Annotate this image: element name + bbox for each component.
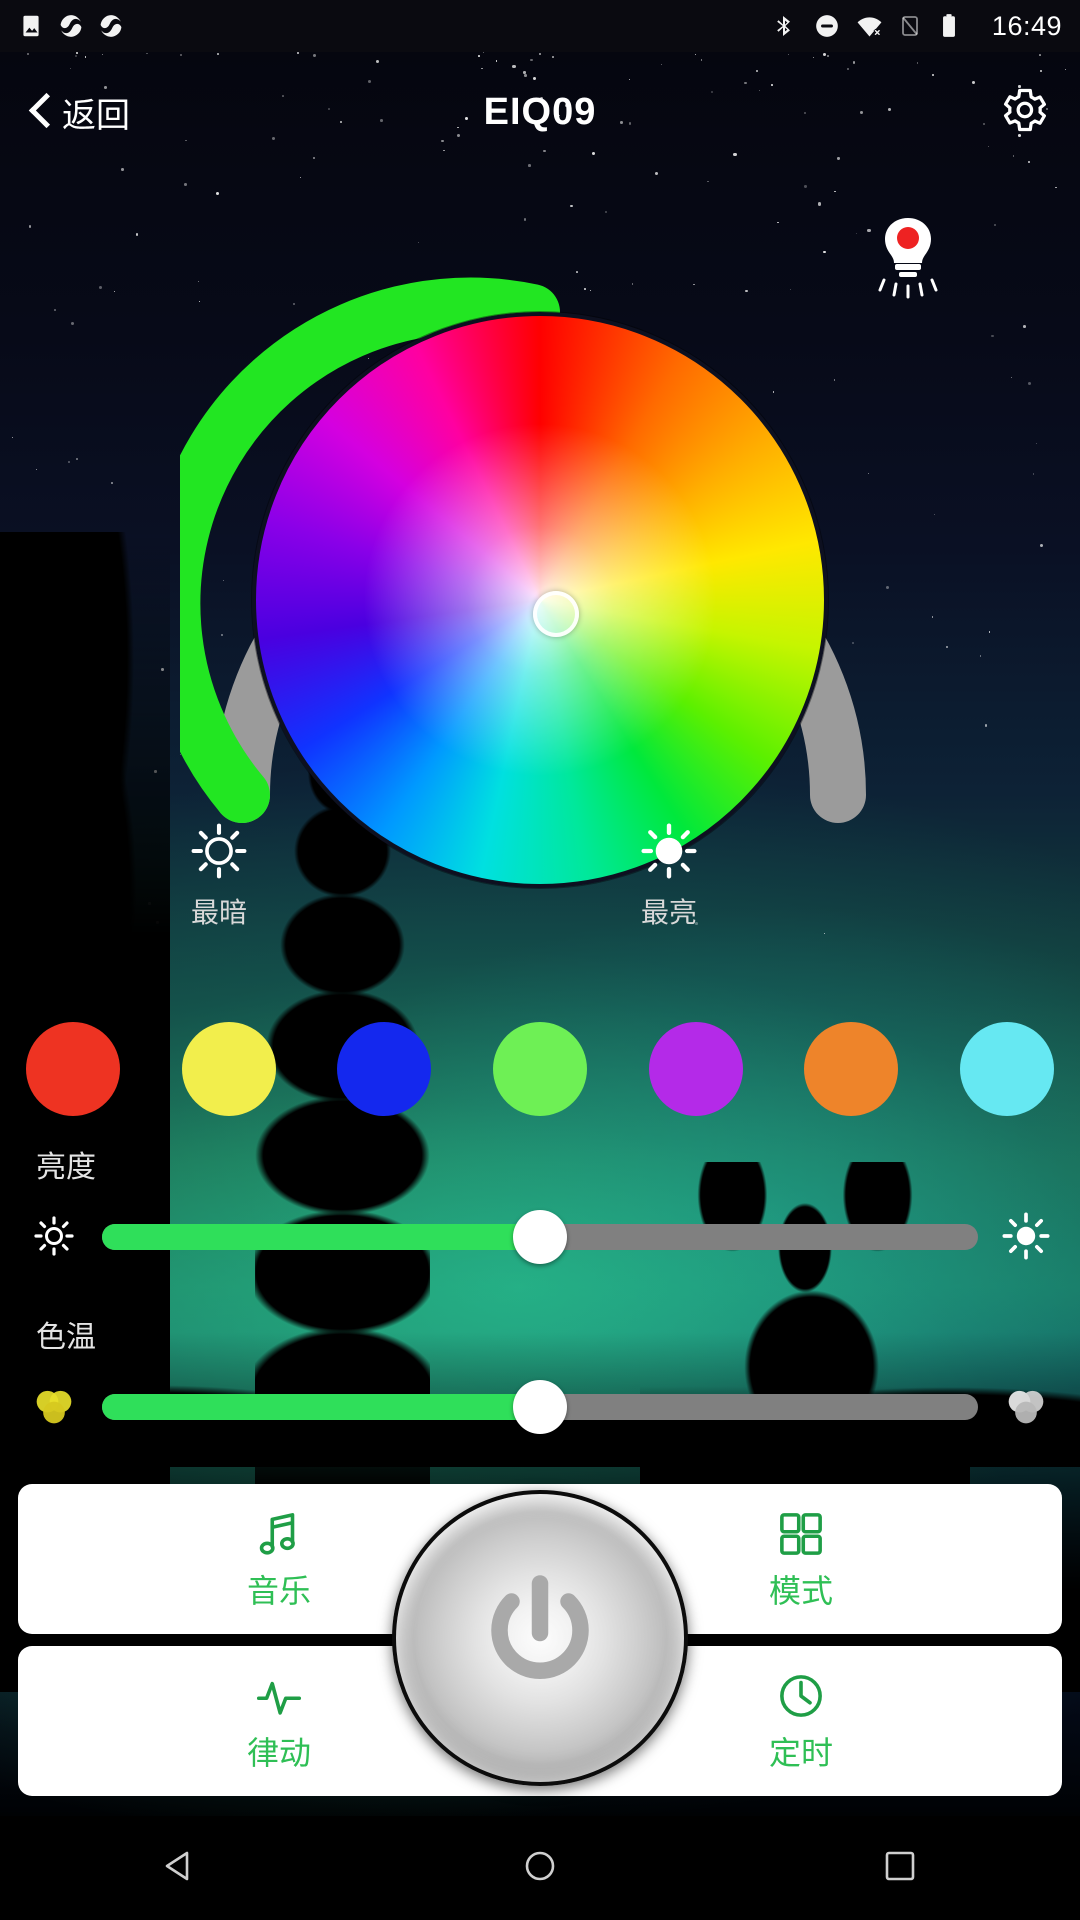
grid-icon: [774, 1506, 828, 1562]
brightness-min-marker: 最暗: [190, 822, 248, 931]
status-bar-right-icons: 16:49: [772, 11, 1062, 42]
music-button-label: 音乐: [246, 1573, 311, 1609]
sun-small-icon: [26, 1208, 82, 1264]
settings-button[interactable]: [996, 84, 1052, 140]
preset-blue[interactable]: [337, 1022, 432, 1116]
gear-icon: [998, 84, 1050, 141]
do-not-disturb-icon: [814, 13, 840, 39]
sun-large-icon: [998, 1208, 1054, 1264]
page-title: EIQ09: [483, 90, 597, 133]
status-bar-left-icons: [18, 13, 124, 39]
sync-icon: [98, 13, 124, 39]
color-picker-wheel[interactable]: [252, 312, 828, 888]
brightness-track-fill: [102, 1224, 540, 1250]
sync-icon: [58, 13, 84, 39]
color-temperature-slider-label: 色温: [36, 1321, 96, 1354]
brightness-min-label: 最暗: [190, 897, 247, 928]
circle-home-icon: [522, 1848, 558, 1889]
sun-filled-icon: [640, 822, 698, 885]
app-header: 返回 EIQ09: [0, 52, 1080, 172]
color-temperature-track-fill: [102, 1394, 540, 1420]
sun-outline-icon: [190, 822, 248, 885]
back-button[interactable]: 返回: [28, 88, 130, 137]
timer-button-label: 定时: [768, 1735, 833, 1771]
triangle-back-icon: [162, 1848, 198, 1889]
power-button[interactable]: [392, 1490, 688, 1786]
preset-cyan[interactable]: [959, 1022, 1054, 1116]
nav-back-button[interactable]: [120, 1816, 240, 1920]
android-navigation-bar: [0, 1816, 1080, 1920]
bluetooth-icon: [772, 13, 798, 39]
image-icon: [18, 13, 44, 39]
brightness-slider-block: 亮度: [0, 1142, 1080, 1264]
mode-button-label: 模式: [768, 1573, 833, 1609]
brightness-slider-track[interactable]: [102, 1210, 978, 1264]
rhythm-button-label: 律动: [246, 1735, 311, 1771]
color-temperature-slider-track[interactable]: [102, 1380, 978, 1434]
preset-red[interactable]: [26, 1022, 120, 1116]
power-icon: [465, 1561, 615, 1716]
color-temperature-slider-thumb[interactable]: [513, 1380, 567, 1434]
warm-color-icon: [26, 1378, 82, 1434]
preset-green[interactable]: [492, 1022, 587, 1116]
brightness-slider-label: 亮度: [36, 1151, 96, 1184]
music-note-icon: [252, 1506, 306, 1562]
preset-purple[interactable]: [648, 1022, 743, 1116]
preset-yellow[interactable]: [181, 1022, 276, 1116]
battery-icon: [940, 13, 966, 39]
square-recents-icon: [882, 1848, 918, 1889]
cool-color-icon: [998, 1378, 1054, 1434]
bottom-control-panel: 音乐 模式 律动 定时: [18, 1484, 1062, 1796]
sim-off-icon: [898, 13, 924, 39]
clock-icon: [774, 1668, 828, 1724]
back-button-label: 返回: [62, 96, 130, 135]
preset-orange[interactable]: [804, 1022, 899, 1116]
status-bar: 16:49: [0, 0, 1080, 52]
color-wheel-container: [180, 250, 900, 910]
nav-recents-button[interactable]: [840, 1816, 960, 1920]
wifi-off-icon: [856, 13, 882, 39]
brightness-max-marker: 最亮: [640, 822, 698, 931]
color-preset-row: [0, 1018, 1080, 1120]
waveform-icon: [252, 1668, 306, 1724]
color-temperature-slider-block: 色温: [0, 1312, 1080, 1434]
brightness-max-label: 最亮: [640, 897, 697, 928]
color-wheel-handle[interactable]: [533, 591, 579, 637]
chevron-left-icon: [28, 93, 50, 131]
nav-home-button[interactable]: [480, 1816, 600, 1920]
brightness-slider-thumb[interactable]: [513, 1210, 567, 1264]
status-bar-clock: 16:49: [991, 10, 1062, 41]
